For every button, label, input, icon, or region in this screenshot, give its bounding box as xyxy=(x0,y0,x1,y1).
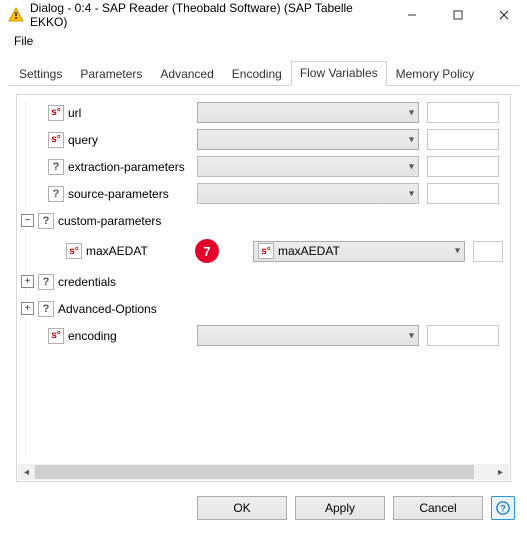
combo-url[interactable]: ▾ xyxy=(197,102,419,123)
unknown-type-icon: ? xyxy=(38,301,54,317)
tab-settings[interactable]: Settings xyxy=(10,62,71,86)
tab-parameters[interactable]: Parameters xyxy=(71,62,151,86)
help-button[interactable]: ? xyxy=(491,496,515,520)
chevron-down-icon: ▾ xyxy=(409,107,414,118)
menu-file[interactable]: File xyxy=(8,32,39,50)
scroll-right-icon[interactable]: ▸ xyxy=(492,464,509,480)
chevron-down-icon: ▾ xyxy=(455,246,460,257)
tree-label-url: url xyxy=(68,106,81,120)
menubar: File xyxy=(0,30,527,54)
window-title: Dialog - 0:4 - SAP Reader (Theobald Soft… xyxy=(30,1,389,29)
tree-row-url[interactable]: s° url ▾ xyxy=(17,99,510,126)
flow-variables-panel: s° url ▾ s° query ▾ xyxy=(16,94,511,482)
textbox-source-parameters[interactable] xyxy=(427,183,499,204)
unknown-type-icon: ? xyxy=(48,186,64,202)
annotation-badge-7: 7 xyxy=(195,239,219,263)
tree-row-credentials[interactable]: + ? credentials xyxy=(17,268,510,295)
tab-memory-policy[interactable]: Memory Policy xyxy=(387,62,484,86)
textbox-extraction-parameters[interactable] xyxy=(427,156,499,177)
unknown-type-icon: ? xyxy=(48,159,64,175)
string-type-icon: s° xyxy=(258,243,274,259)
cancel-button[interactable]: Cancel xyxy=(393,496,483,520)
chevron-down-icon: ▾ xyxy=(409,188,414,199)
string-type-icon: s° xyxy=(48,105,64,121)
tab-encoding[interactable]: Encoding xyxy=(223,62,291,86)
close-button[interactable] xyxy=(481,0,527,30)
tab-flow-variables[interactable]: Flow Variables xyxy=(291,61,387,86)
window-titlebar: Dialog - 0:4 - SAP Reader (Theobald Soft… xyxy=(0,0,527,30)
combo-encoding[interactable]: ▾ xyxy=(197,325,419,346)
textbox-encoding[interactable] xyxy=(427,325,499,346)
chevron-down-icon: ▾ xyxy=(409,161,414,172)
combo-query[interactable]: ▾ xyxy=(197,129,419,150)
string-type-icon: s° xyxy=(66,243,82,259)
maximize-button[interactable] xyxy=(435,0,481,30)
tree-label-maxaedat: maxAEDAT xyxy=(86,244,148,258)
expand-icon[interactable]: + xyxy=(21,302,34,315)
combo-maxaedat-value: maxAEDAT xyxy=(278,244,340,258)
scroll-track[interactable] xyxy=(35,464,492,480)
combo-maxaedat[interactable]: s° maxAEDAT ▾ xyxy=(253,241,465,262)
tree-row-custom-parameters[interactable]: − ? custom-parameters xyxy=(17,207,510,234)
help-icon: ? xyxy=(496,501,510,515)
app-icon xyxy=(8,7,24,23)
window-controls xyxy=(389,0,527,30)
tree-row-maxaedat[interactable]: s° maxAEDAT 7 s° maxAEDAT ▾ xyxy=(17,234,510,268)
tree-row-extraction-parameters[interactable]: ? extraction-parameters ▾ xyxy=(17,153,510,180)
expand-icon[interactable]: + xyxy=(21,275,34,288)
tree-row-query[interactable]: s° query ▾ xyxy=(17,126,510,153)
flow-variables-tree: s° url ▾ s° query ▾ xyxy=(17,99,510,465)
unknown-type-icon: ? xyxy=(38,213,54,229)
tree-row-source-parameters[interactable]: ? source-parameters ▾ xyxy=(17,180,510,207)
textbox-maxaedat[interactable] xyxy=(473,241,503,262)
dialog-button-bar: OK Apply Cancel ? xyxy=(0,482,527,520)
tree-label-source-parameters: source-parameters xyxy=(68,187,169,201)
tree-label-encoding-node: encoding xyxy=(68,329,117,343)
tree-label-credentials: credentials xyxy=(58,275,116,289)
tab-container: Settings Parameters Advanced Encoding Fl… xyxy=(8,60,519,482)
tree-label-extraction-parameters: extraction-parameters xyxy=(68,160,185,174)
ok-button[interactable]: OK xyxy=(197,496,287,520)
scroll-thumb[interactable] xyxy=(35,465,474,479)
tree-label-query: query xyxy=(68,133,98,147)
tree-row-encoding[interactable]: s° encoding ▾ xyxy=(17,322,510,349)
tab-advanced[interactable]: Advanced xyxy=(151,62,222,86)
string-type-icon: s° xyxy=(48,328,64,344)
tree-label-advanced-options: Advanced-Options xyxy=(58,302,157,316)
chevron-down-icon: ▾ xyxy=(409,330,414,341)
tab-strip: Settings Parameters Advanced Encoding Fl… xyxy=(8,60,519,86)
combo-extraction-parameters: ▾ xyxy=(197,156,419,177)
string-type-icon: s° xyxy=(48,132,64,148)
unknown-type-icon: ? xyxy=(38,274,54,290)
chevron-down-icon: ▾ xyxy=(409,134,414,145)
textbox-query[interactable] xyxy=(427,129,499,150)
textbox-url[interactable] xyxy=(427,102,499,123)
combo-source-parameters: ▾ xyxy=(197,183,419,204)
tree-label-custom-parameters: custom-parameters xyxy=(58,214,161,228)
horizontal-scrollbar[interactable]: ◂ ▸ xyxy=(18,464,509,480)
collapse-icon[interactable]: − xyxy=(21,214,34,227)
svg-text:?: ? xyxy=(500,504,505,514)
tree-row-advanced-options[interactable]: + ? Advanced-Options xyxy=(17,295,510,322)
minimize-button[interactable] xyxy=(389,0,435,30)
apply-button[interactable]: Apply xyxy=(295,496,385,520)
scroll-left-icon[interactable]: ◂ xyxy=(18,464,35,480)
